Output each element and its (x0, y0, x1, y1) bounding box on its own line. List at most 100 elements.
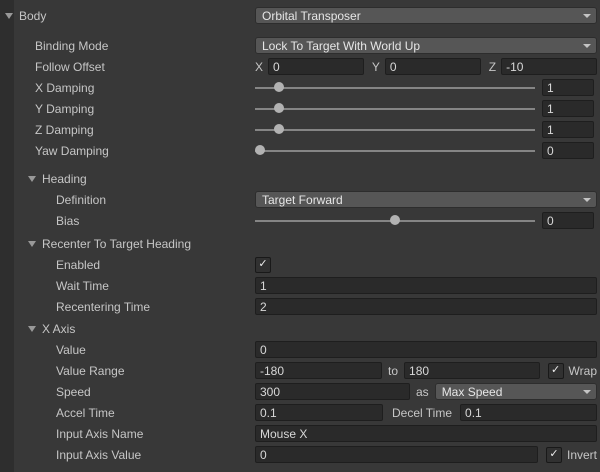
y-axis-letter: Y (372, 60, 380, 74)
follow-offset-x-input[interactable] (268, 58, 364, 75)
bias-slider[interactable] (255, 212, 535, 229)
body-type-value: Orbital Transposer (262, 9, 361, 23)
binding-mode-dropdown[interactable]: Lock To Target With World Up (255, 37, 597, 54)
body-type-dropdown[interactable]: Orbital Transposer (255, 7, 597, 24)
invert-label: Invert (567, 448, 597, 462)
row-speed: Speed as Max Speed (0, 381, 600, 402)
recenter-section-label: Recenter To Target Heading (42, 237, 191, 251)
foldout-arrow-icon[interactable] (28, 241, 36, 247)
speed-mode-dropdown[interactable]: Max Speed (435, 383, 597, 400)
x-damping-label: X Damping (35, 81, 94, 95)
z-damping-input[interactable] (542, 121, 594, 138)
row-z-damping: Z Damping (0, 119, 600, 140)
speed-mode-value: Max Speed (442, 385, 503, 399)
z-damping-slider[interactable] (255, 121, 535, 138)
slider-knob[interactable] (274, 103, 284, 113)
value-range-max-input[interactable] (404, 362, 540, 379)
dropdown-arrow-icon (583, 390, 591, 394)
row-value: Value (0, 339, 600, 360)
recentering-time-input[interactable] (255, 298, 597, 315)
definition-dropdown[interactable]: Target Forward (255, 191, 597, 208)
value-input[interactable] (255, 341, 597, 358)
input-axis-name-input[interactable] (255, 425, 597, 442)
row-accel-time: Accel Time Decel Time (0, 402, 600, 423)
x-axis-letter: X (255, 60, 263, 74)
x-damping-input[interactable] (542, 79, 594, 96)
recentering-time-label: Recentering Time (56, 300, 150, 314)
yaw-damping-label: Yaw Damping (35, 144, 109, 158)
slider-track (255, 108, 535, 110)
row-wait-time: Wait Time (0, 275, 600, 296)
x-damping-slider[interactable] (255, 79, 535, 96)
x-axis-foldout[interactable]: X Axis (0, 322, 255, 336)
y-damping-input[interactable] (542, 100, 594, 117)
foldout-arrow-icon[interactable] (28, 176, 36, 182)
wait-time-label: Wait Time (56, 279, 109, 293)
binding-mode-label: Binding Mode (35, 39, 108, 53)
check-icon: ✓ (551, 365, 560, 376)
slider-knob[interactable] (274, 82, 284, 92)
foldout-arrow-icon[interactable] (28, 326, 36, 332)
foldout-arrow-icon[interactable] (5, 13, 13, 19)
slider-knob[interactable] (255, 145, 265, 155)
input-axis-value-input[interactable] (255, 446, 538, 463)
decel-time-input[interactable] (460, 404, 597, 421)
enabled-label: Enabled (56, 258, 100, 272)
heading-section-label: Heading (42, 172, 87, 186)
slider-track (255, 87, 535, 89)
accel-time-input[interactable] (255, 404, 383, 421)
y-damping-slider[interactable] (255, 100, 535, 117)
definition-value: Target Forward (262, 193, 343, 207)
yaw-damping-slider[interactable] (255, 142, 535, 159)
speed-label: Speed (56, 385, 91, 399)
heading-foldout[interactable]: Heading (0, 172, 255, 186)
wait-time-input[interactable] (255, 277, 597, 294)
row-y-damping: Y Damping (0, 98, 600, 119)
row-bias: Bias (0, 210, 600, 231)
slider-knob[interactable] (390, 215, 400, 225)
follow-offset-label: Follow Offset (35, 60, 105, 74)
binding-mode-value: Lock To Target With World Up (262, 39, 420, 53)
value-label: Value (56, 343, 86, 357)
value-range-min-input[interactable] (255, 362, 382, 379)
follow-offset-y-input[interactable] (385, 58, 481, 75)
row-input-axis-value: Input Axis Value ✓ Invert (0, 444, 600, 465)
follow-offset-z-input[interactable] (501, 58, 597, 75)
row-heading-header: Heading (0, 168, 600, 189)
x-axis-section-label: X Axis (42, 322, 75, 336)
row-x-axis-header: X Axis (0, 318, 600, 339)
check-icon: ✓ (549, 449, 558, 460)
row-x-damping: X Damping (0, 77, 600, 98)
row-enabled: Enabled ✓ (0, 254, 600, 275)
row-input-axis-name: Input Axis Name (0, 423, 600, 444)
decel-time-label: Decel Time (392, 406, 452, 420)
z-axis-letter: Z (489, 60, 496, 74)
bias-label: Bias (56, 214, 79, 228)
to-label: to (388, 364, 398, 378)
yaw-damping-input[interactable] (542, 142, 594, 159)
slider-track (255, 129, 535, 131)
row-recentering-time: Recentering Time (0, 296, 600, 317)
invert-checkbox[interactable]: ✓ (546, 447, 562, 463)
slider-track (255, 150, 535, 152)
dropdown-arrow-icon (583, 198, 591, 202)
speed-input[interactable] (255, 383, 410, 400)
row-follow-offset: Follow Offset X Y Z (0, 56, 600, 77)
bias-input[interactable] (542, 212, 594, 229)
inspector-panel: Body Orbital Transposer Binding Mode Loc… (0, 0, 600, 465)
body-label: Body (19, 9, 46, 23)
check-icon: ✓ (258, 259, 267, 270)
row-binding-mode: Binding Mode Lock To Target With World U… (0, 35, 600, 56)
wrap-checkbox[interactable]: ✓ (548, 363, 564, 379)
dropdown-arrow-icon (583, 44, 591, 48)
slider-knob[interactable] (274, 124, 284, 134)
enabled-checkbox[interactable]: ✓ (255, 257, 271, 273)
y-damping-label: Y Damping (35, 102, 94, 116)
body-foldout[interactable]: Body (0, 9, 255, 23)
z-damping-label: Z Damping (35, 123, 94, 137)
wrap-label: Wrap (569, 364, 597, 378)
recenter-foldout[interactable]: Recenter To Target Heading (0, 237, 255, 251)
row-recenter-header: Recenter To Target Heading (0, 233, 600, 254)
input-axis-value-label: Input Axis Value (56, 448, 141, 462)
row-definition: Definition Target Forward (0, 189, 600, 210)
